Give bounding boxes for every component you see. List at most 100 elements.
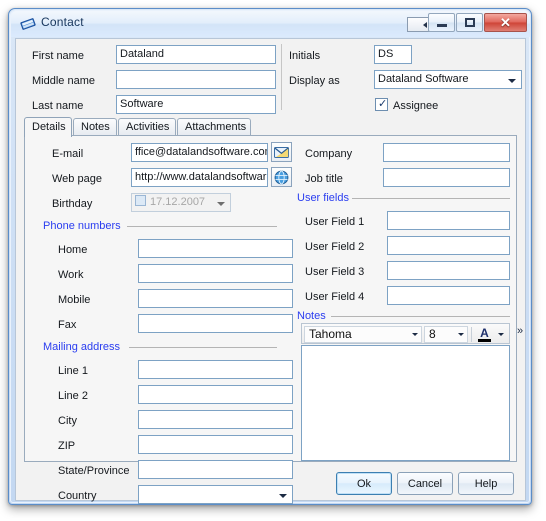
address-group-divider — [129, 347, 277, 348]
web-page-label: Web page — [52, 173, 102, 185]
chevron-down-icon — [508, 79, 516, 83]
user-field-2-label: User Field 2 — [305, 241, 365, 253]
assignee-label: Assignee — [393, 100, 439, 112]
font-name-combo[interactable]: Tahoma — [304, 326, 422, 343]
notes-text-area[interactable] — [301, 345, 510, 461]
tab-attachments[interactable]: Attachments — [177, 118, 251, 136]
notes-format-toolbar: Tahoma 8 A — [301, 323, 510, 344]
company-label: Company — [305, 148, 353, 160]
birthday-label: Birthday — [52, 198, 93, 210]
user-field-1-label: User Field 1 — [305, 216, 365, 228]
first-name-input[interactable]: Dataland — [116, 45, 276, 64]
home-phone-label: Home — [58, 244, 88, 256]
open-web-page-button[interactable] — [271, 167, 292, 187]
first-name-label: First name — [32, 50, 84, 62]
zip-label: ZIP — [58, 440, 76, 452]
mailing-address-group-label: Mailing address — [43, 341, 121, 353]
font-size-chevron-icon[interactable] — [458, 333, 464, 336]
window-controls: ✕ — [427, 13, 527, 32]
user-field-4-input[interactable] — [387, 286, 510, 305]
tab-strip: Details Notes Activities Attachments — [24, 117, 517, 137]
address-line1-input[interactable] — [138, 360, 293, 379]
toolbar-separator — [471, 327, 472, 342]
middle-name-label: Middle name — [32, 75, 95, 87]
state-province-input[interactable] — [138, 460, 293, 479]
last-name-input[interactable]: Software — [116, 95, 276, 114]
email-input[interactable]: ffice@datalandsoftware.com — [131, 143, 268, 162]
chevron-down-icon — [279, 494, 287, 498]
date-checkbox-icon[interactable] — [135, 195, 146, 206]
birthday-datepicker[interactable]: 17.12.2007 — [131, 193, 231, 212]
user-field-2-input[interactable] — [387, 236, 510, 255]
user-fields-group-divider — [352, 198, 510, 199]
city-label: City — [58, 415, 77, 427]
notes-group-label: Notes — [297, 310, 326, 322]
work-phone-label: Work — [58, 269, 84, 281]
envelope-icon — [274, 146, 289, 158]
web-page-input[interactable]: http://www.datalandsoftware — [131, 168, 268, 187]
initials-input[interactable]: DS — [374, 45, 412, 64]
work-phone-input[interactable] — [138, 264, 293, 283]
fax-label: Fax — [58, 319, 77, 331]
tab-activities[interactable]: Activities — [118, 118, 176, 136]
job-title-input[interactable] — [383, 168, 510, 187]
initials-label: Initials — [289, 50, 321, 62]
font-color-icon: A — [480, 325, 489, 340]
maximize-icon — [464, 18, 475, 27]
country-label: Country — [58, 490, 97, 502]
ok-button[interactable]: Ok — [336, 472, 392, 495]
assignee-checkbox[interactable]: ✓ — [375, 98, 388, 111]
globe-icon — [274, 170, 289, 184]
middle-name-input[interactable] — [116, 70, 276, 89]
dialog-client-area: First name Dataland Middle name Last nam… — [15, 38, 526, 504]
font-color-chevron-icon[interactable] — [498, 333, 504, 336]
notes-group-divider — [331, 316, 510, 317]
minimize-button[interactable] — [428, 13, 455, 32]
user-field-3-input[interactable] — [387, 261, 510, 280]
close-button[interactable]: ✕ — [484, 13, 527, 32]
display-as-label: Display as — [289, 75, 340, 87]
close-icon: ✕ — [500, 15, 511, 30]
user-fields-group-label: User fields — [297, 192, 349, 204]
mobile-phone-input[interactable] — [138, 289, 293, 308]
maximize-button[interactable] — [456, 13, 483, 32]
font-color-swatch — [478, 338, 491, 342]
header-vertical-divider — [281, 44, 282, 110]
cancel-button[interactable]: Cancel — [397, 472, 453, 495]
minimize-icon — [436, 24, 447, 27]
birthday-value: 17.12.2007 — [150, 196, 206, 208]
city-input[interactable] — [138, 410, 293, 429]
title-bar[interactable]: Contact ✕ — [11, 11, 530, 37]
window-title: Contact — [41, 15, 84, 29]
country-combo[interactable] — [138, 485, 293, 504]
phone-numbers-group-label: Phone numbers — [43, 220, 121, 232]
fax-input[interactable] — [138, 314, 293, 333]
tab-details[interactable]: Details — [24, 117, 72, 137]
font-name-chevron-icon[interactable] — [412, 333, 418, 336]
name-header-section: First name Dataland Middle name Last nam… — [16, 39, 525, 114]
font-color-button[interactable]: A — [475, 326, 494, 343]
toolbar-overflow-button[interactable]: » — [517, 325, 523, 337]
address-line2-input[interactable] — [138, 385, 293, 404]
help-button[interactable]: Help — [458, 472, 514, 495]
company-input[interactable] — [383, 143, 510, 162]
state-province-label: State/Province — [58, 465, 130, 477]
address-line2-label: Line 2 — [58, 390, 88, 402]
user-field-4-label: User Field 4 — [305, 291, 365, 303]
contact-dialog-window: Contact ✕ First name Dataland Middle nam… — [8, 8, 532, 505]
address-line1-label: Line 1 — [58, 365, 88, 377]
checkmark-icon: ✓ — [378, 98, 388, 110]
user-field-1-input[interactable] — [387, 211, 510, 230]
contact-card-icon — [19, 15, 37, 33]
home-phone-input[interactable] — [138, 239, 293, 258]
phone-group-divider — [127, 226, 277, 227]
details-tab-panel: E-mail ffice@datalandsoftware.com Web pa… — [24, 135, 523, 504]
send-email-button[interactable] — [271, 142, 292, 162]
job-title-label: Job title — [305, 173, 343, 185]
display-as-value: Dataland Software — [378, 73, 469, 85]
user-field-3-label: User Field 3 — [305, 266, 365, 278]
display-as-combo[interactable]: Dataland Software — [374, 70, 522, 89]
zip-input[interactable] — [138, 435, 293, 454]
chevron-down-icon — [217, 202, 225, 206]
tab-notes[interactable]: Notes — [73, 118, 117, 136]
